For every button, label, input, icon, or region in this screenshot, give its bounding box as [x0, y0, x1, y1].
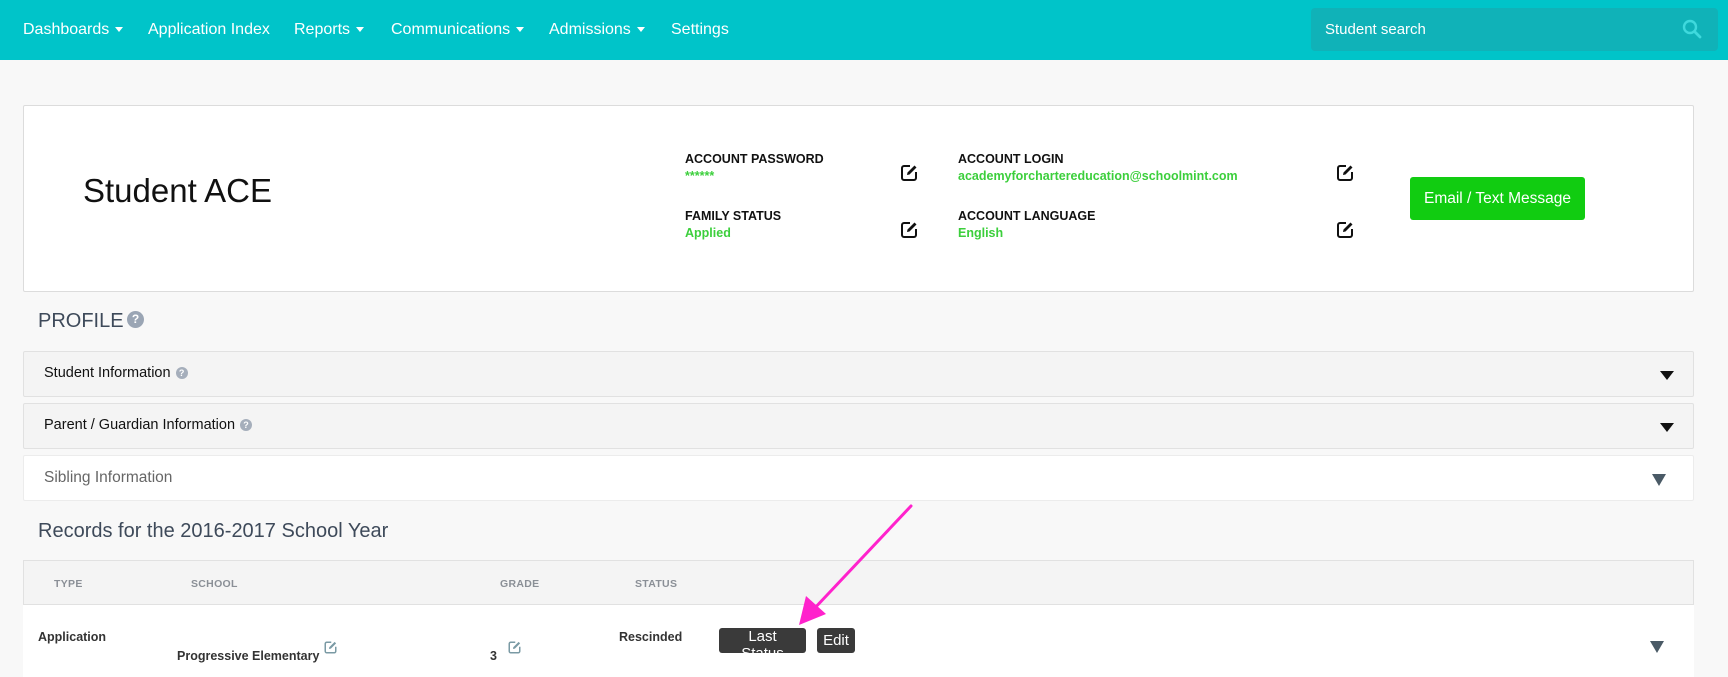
- profile-title: PROFILE: [38, 310, 124, 332]
- record-type: Application: [38, 630, 107, 644]
- student-name: Student ACE: [83, 172, 272, 209]
- expand-triangle-icon[interactable]: [1660, 423, 1674, 432]
- expand-triangle-icon[interactable]: [1650, 641, 1664, 653]
- nav-admissions-label: Admissions: [549, 21, 631, 38]
- caret-down-icon: [636, 27, 645, 32]
- edit-record-button[interactable]: Edit: [817, 628, 855, 653]
- record-status: Rescinded: [619, 630, 683, 644]
- nav-communications[interactable]: Communications: [391, 20, 525, 40]
- student-search-input[interactable]: [1325, 18, 1665, 40]
- caret-down-icon: [356, 27, 365, 32]
- account-login-value: academyforchartereducation@schoolmint.co…: [958, 169, 1238, 183]
- student-information-text: Student Information: [44, 365, 171, 381]
- nav-admissions[interactable]: Admissions: [549, 20, 645, 40]
- family-status-value: Applied: [685, 226, 731, 240]
- help-icon[interactable]: ?: [240, 419, 253, 431]
- student-information-label: Student Information?: [44, 365, 188, 381]
- help-icon[interactable]: ?: [175, 367, 188, 379]
- nav-application-index-label: Application Index: [148, 21, 270, 38]
- student-information-section[interactable]: Student Information?: [23, 351, 1694, 397]
- nav-settings-label: Settings: [671, 21, 729, 38]
- nav-communications-label: Communications: [391, 21, 511, 38]
- nav-settings[interactable]: Settings: [671, 20, 729, 40]
- last-status-button[interactable]: Last Status: [719, 628, 806, 662]
- table-row: Application Progressive Elementary 3 Res…: [23, 605, 1694, 677]
- column-grade: GRADE: [500, 578, 540, 590]
- edit-language-icon[interactable]: [1335, 220, 1355, 240]
- column-type: TYPE: [54, 578, 83, 590]
- account-language-label: ACCOUNT LANGUAGE: [958, 209, 1096, 223]
- edit-school-icon[interactable]: [323, 640, 338, 655]
- caret-down-icon: [516, 27, 525, 32]
- account-password-label: ACCOUNT PASSWORD: [685, 152, 824, 166]
- records-table-header: TYPE SCHOOL GRADE STATUS: [23, 560, 1694, 605]
- sibling-information-section[interactable]: Sibling Information: [23, 455, 1694, 501]
- edit-grade-icon[interactable]: [507, 640, 522, 655]
- account-login-label: ACCOUNT LOGIN: [958, 152, 1064, 166]
- email-text-message-button[interactable]: Email / Text Message: [1410, 177, 1585, 220]
- profile-help-icon[interactable]: ?: [127, 311, 144, 328]
- student-search: [1311, 8, 1718, 51]
- record-grade: 3: [490, 649, 497, 663]
- expand-triangle-icon[interactable]: [1652, 474, 1666, 486]
- family-status-label: FAMILY STATUS: [685, 209, 782, 223]
- nav-dashboards[interactable]: Dashboards: [23, 20, 124, 40]
- parent-guardian-text: Parent / Guardian Information: [44, 417, 236, 433]
- caret-down-icon: [115, 27, 124, 32]
- edit-family-status-icon[interactable]: [899, 220, 919, 240]
- parent-guardian-section[interactable]: Parent / Guardian Information?: [23, 403, 1694, 449]
- search-icon[interactable]: [1682, 19, 1702, 39]
- column-school: SCHOOL: [191, 578, 238, 590]
- column-status: STATUS: [635, 578, 678, 590]
- top-nav: Dashboards Application Index Reports Com…: [0, 0, 1728, 60]
- parent-guardian-label: Parent / Guardian Information?: [44, 417, 253, 433]
- edit-login-icon[interactable]: [1335, 163, 1355, 183]
- record-school: Progressive Elementary: [177, 649, 320, 663]
- edit-password-icon[interactable]: [899, 163, 919, 183]
- expand-triangle-icon[interactable]: [1660, 371, 1674, 380]
- nav-application-index[interactable]: Application Index: [148, 20, 270, 40]
- nav-dashboards-label: Dashboards: [23, 21, 110, 38]
- records-title: Records for the 2016-2017 School Year: [38, 520, 389, 542]
- student-header-card: Student ACE ACCOUNT PASSWORD ****** FAMI…: [23, 105, 1694, 292]
- nav-reports-label: Reports: [294, 21, 351, 38]
- account-language-value: English: [958, 226, 1004, 240]
- account-password-value: ******: [685, 169, 715, 183]
- sibling-information-label: Sibling Information: [44, 469, 173, 486]
- nav-reports[interactable]: Reports: [294, 20, 365, 40]
